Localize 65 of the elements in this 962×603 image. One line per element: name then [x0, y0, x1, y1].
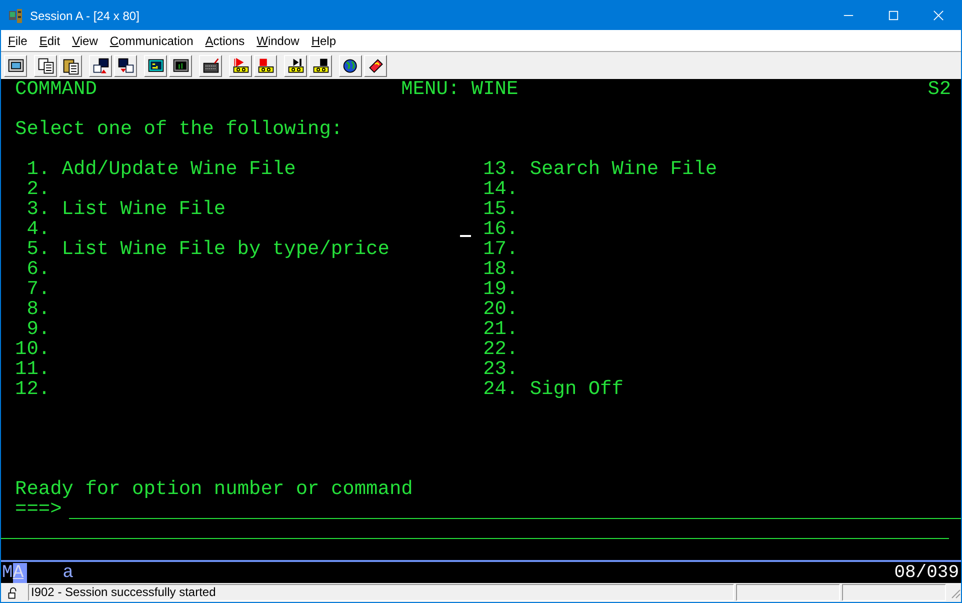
toolbar-button[interactable]: [89, 54, 112, 76]
resize-grip-icon[interactable]: [949, 586, 961, 598]
cursor-position: 08/039: [894, 562, 960, 582]
option-label: List Wine File by type/price: [62, 239, 390, 259]
option-number: 24.: [483, 379, 518, 399]
instruction-text: Select one of the following:: [15, 119, 343, 139]
option-number: 12.: [15, 379, 50, 399]
menu-title: MENU: WINE: [401, 79, 520, 99]
toolbar-button[interactable]: [229, 54, 252, 76]
option-number: 17.: [483, 239, 518, 259]
option-number: 6.: [26, 259, 50, 279]
option-number: 13.: [483, 159, 518, 179]
toolbar-button[interactable]: [114, 54, 137, 76]
menu-item[interactable]: File: [1, 34, 32, 48]
option-number: 9.: [26, 319, 50, 339]
option-label: Add/Update Wine File: [62, 159, 296, 179]
option-number: 11.: [15, 359, 50, 379]
option-number: 14.: [483, 179, 518, 199]
input-indicator: a: [62, 562, 74, 582]
option-number: 21.: [483, 319, 518, 339]
option-number: 20.: [483, 299, 518, 319]
option-number: 8.: [26, 299, 50, 319]
option-number: 10.: [15, 339, 50, 359]
message-text: Ready for option number or command: [15, 479, 413, 499]
option-number: 23.: [483, 359, 518, 379]
option-label: Search Wine File: [530, 159, 718, 179]
option-number: 16.: [483, 219, 518, 239]
toolbar-button[interactable]: [199, 54, 222, 76]
toolbar-button[interactable]: [144, 54, 167, 76]
status-message: I902 - Session successfully started: [28, 584, 734, 601]
toolbar-button[interactable]: [309, 54, 332, 76]
toolbar-button[interactable]: [4, 54, 27, 76]
menu-item[interactable]: Actions: [198, 34, 250, 48]
text-cursor: [460, 235, 472, 237]
option-number: 15.: [483, 199, 518, 219]
menu-item[interactable]: Help: [304, 34, 341, 48]
toolbar-button[interactable]: [169, 54, 192, 76]
menu-item[interactable]: View: [65, 34, 103, 48]
option-number: 5.: [26, 239, 50, 259]
option-number: 7.: [26, 279, 50, 299]
mode-indicator: M: [1, 562, 13, 582]
menu-item[interactable]: Edit: [32, 34, 66, 48]
status-indicator: A: [12, 562, 27, 582]
option-number: 4.: [26, 219, 50, 239]
menu-item[interactable]: Window: [250, 34, 304, 48]
option-label: Sign Off: [530, 379, 624, 399]
option-number: 19.: [483, 279, 518, 299]
option-number: 2.: [26, 179, 50, 199]
option-number: 22.: [483, 339, 518, 359]
toolbar-button[interactable]: [34, 54, 57, 76]
toolbar-button[interactable]: [254, 54, 277, 76]
app-icon: [8, 8, 24, 24]
option-number: 18.: [483, 259, 518, 279]
toolbar-button[interactable]: [59, 54, 82, 76]
toolbar-button[interactable]: [284, 54, 307, 76]
command-prompt: ===>: [15, 499, 62, 519]
option-number: 1.: [26, 159, 50, 179]
window-title: Session A - [24 x 80]: [30, 8, 140, 22]
menu-item[interactable]: Communication: [102, 34, 198, 48]
option-label: List Wine File: [62, 199, 226, 219]
option-number: 3.: [26, 199, 50, 219]
system-name: S2: [928, 79, 952, 99]
toolbar-button[interactable]: [364, 54, 387, 76]
screen-name: COMMAND: [15, 79, 98, 99]
toolbar-button[interactable]: [339, 54, 362, 76]
